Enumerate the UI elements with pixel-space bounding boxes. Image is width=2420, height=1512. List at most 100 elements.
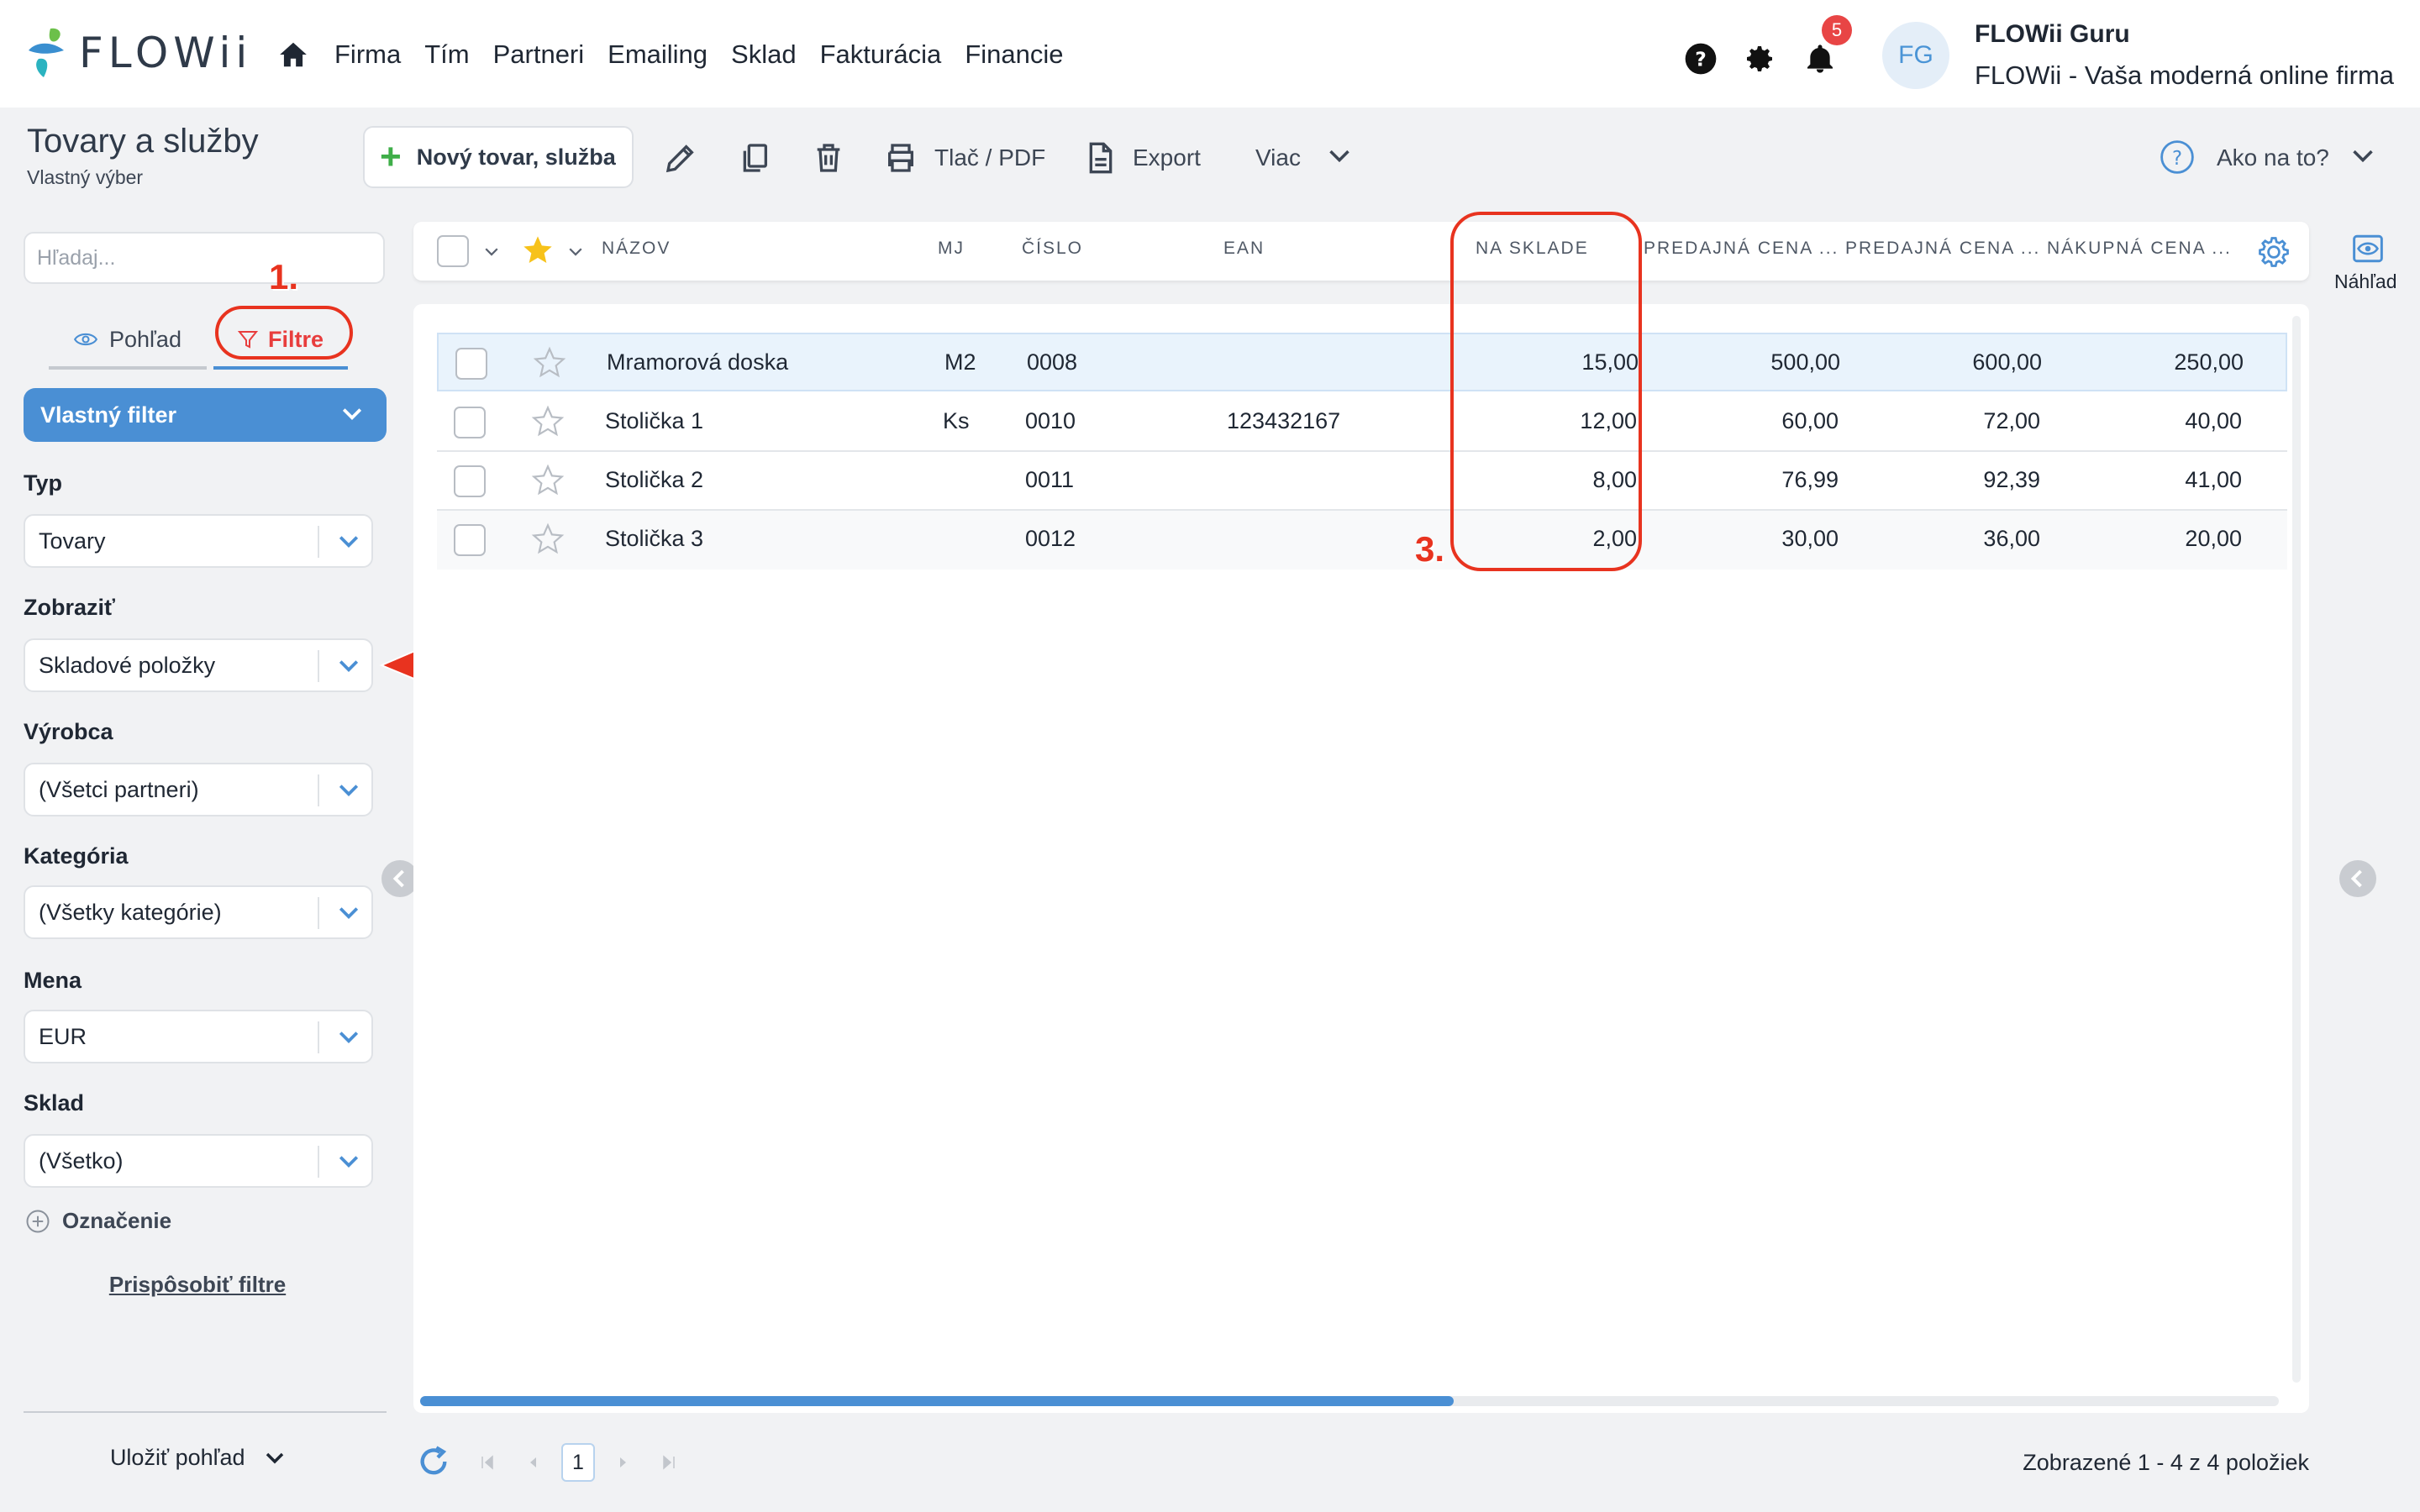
- column-sale-price-1[interactable]: PREDAJNÁ CENA ...: [1644, 239, 1839, 259]
- print-icon[interactable]: [884, 139, 918, 176]
- filter-select-category[interactable]: (Všetky kategórie): [24, 885, 373, 939]
- filter-label-type: Typ: [24, 470, 62, 496]
- save-view-button[interactable]: Uložiť pohľad: [0, 1445, 395, 1471]
- page-subtitle: Vlastný výber: [27, 166, 144, 188]
- notification-bell-icon[interactable]: [1803, 42, 1837, 76]
- page-number[interactable]: 1: [561, 1443, 595, 1482]
- filter-select-manufacturer[interactable]: (Všetci partneri): [24, 763, 373, 816]
- select-all-checkbox[interactable]: [437, 235, 469, 267]
- add-circle-icon: [26, 1210, 50, 1232]
- menu-item-emailing[interactable]: Emailing: [608, 37, 708, 72]
- chevron-down-icon: [342, 408, 362, 421]
- favorite-star-icon[interactable]: [521, 234, 555, 267]
- menu-item-tim[interactable]: Tím: [424, 37, 469, 72]
- select-divider: [318, 1146, 319, 1178]
- cell-purchase-price: 41,00: [2185, 467, 2242, 492]
- cell-sale-price-1: 500,00: [1770, 349, 1840, 375]
- chevron-down-icon: [339, 660, 359, 673]
- cell-sale-price-2: 36,00: [1983, 526, 2040, 551]
- copy-icon[interactable]: [738, 139, 771, 176]
- user-name[interactable]: FLOWii Guru: [1975, 20, 2130, 49]
- help-icon[interactable]: ?: [1684, 42, 1718, 76]
- menu-item-fakturacia[interactable]: Fakturácia: [820, 37, 942, 72]
- horizontal-scrollbar-thumb[interactable]: [420, 1396, 1454, 1406]
- select-all-chevron-down-icon[interactable]: [484, 247, 499, 257]
- filter-select-warehouse[interactable]: (Všetko): [24, 1134, 373, 1188]
- more-button[interactable]: Viac: [1255, 144, 1301, 171]
- table-row[interactable]: Stolička 2 0011 8,00 76,99 92,39 41,00: [437, 452, 2287, 511]
- edit-pencil-icon[interactable]: [664, 139, 697, 176]
- new-item-button[interactable]: + Nový tovar, služba: [363, 126, 634, 188]
- settings-gear-icon[interactable]: [1743, 42, 1776, 76]
- vertical-scrollbar[interactable]: [2292, 316, 2301, 1383]
- filter-select-type[interactable]: Tovary: [24, 514, 373, 568]
- annotation-ring-stock-column: [1450, 212, 1642, 571]
- chevron-down-icon: [339, 1032, 359, 1044]
- row-star-icon[interactable]: [531, 522, 565, 556]
- table-row[interactable]: Stolička 3 0012 2,00 30,00 36,00 20,00: [437, 511, 2287, 570]
- column-unit[interactable]: MJ: [938, 239, 965, 259]
- cell-sale-price-2: 72,00: [1983, 408, 2040, 433]
- eye-icon: [74, 333, 98, 346]
- custom-filter-dropdown[interactable]: Vlastný filter: [24, 388, 387, 442]
- more-chevron-down-icon[interactable]: [1328, 146, 1351, 166]
- home-icon[interactable]: [277, 39, 309, 71]
- sidebar-divider: [24, 1411, 387, 1413]
- next-page-icon[interactable]: [615, 1453, 632, 1472]
- row-checkbox[interactable]: [455, 348, 487, 380]
- chevron-left-icon: [2350, 869, 2362, 888]
- row-checkbox[interactable]: [454, 407, 486, 438]
- expand-preview-button[interactable]: [2339, 860, 2376, 897]
- row-star-icon[interactable]: [533, 346, 566, 380]
- column-sale-price-2[interactable]: PREDAJNÁ CENA ...: [1845, 239, 2040, 259]
- column-ean[interactable]: EAN: [1223, 239, 1265, 259]
- filter-value-currency: EUR: [39, 1024, 87, 1049]
- column-settings-gear-icon[interactable]: [2255, 234, 2292, 270]
- tab-view[interactable]: Pohľad: [49, 312, 207, 370]
- preview-label[interactable]: Náhľad: [2334, 270, 2396, 293]
- customize-filters-link[interactable]: Prispôsobiť filtre: [0, 1272, 395, 1298]
- row-checkbox[interactable]: [454, 465, 486, 497]
- column-name[interactable]: NÁZOV: [602, 239, 671, 259]
- table-row[interactable]: Mramorová doska M2 0008 15,00 500,00 600…: [437, 333, 2287, 391]
- export-document-icon[interactable]: [1084, 139, 1118, 176]
- page-title: Tovary a služby: [27, 123, 259, 160]
- how-to-button[interactable]: Ako na to?: [2217, 144, 2329, 171]
- annotation-ring-filters: [215, 306, 353, 360]
- last-page-icon[interactable]: [660, 1453, 677, 1472]
- grid-header: NÁZOV MJ ČÍSLO EAN NA SKLADE PREDAJNÁ CE…: [413, 222, 2309, 281]
- preview-icon[interactable]: [2351, 234, 2385, 264]
- filter-label-show: Zobraziť: [24, 595, 115, 620]
- row-star-icon[interactable]: [531, 464, 565, 497]
- column-purchase-price[interactable]: NÁKUPNÁ CENA ...: [2047, 239, 2232, 259]
- row-star-icon[interactable]: [531, 405, 565, 438]
- menu-item-firma[interactable]: Firma: [334, 37, 401, 72]
- cell-sale-price-2: 92,39: [1983, 467, 2040, 492]
- cell-ean: 123432167: [1227, 408, 1341, 433]
- menu-item-sklad[interactable]: Sklad: [731, 37, 797, 72]
- print-pdf-button[interactable]: Tlač / PDF: [934, 144, 1045, 171]
- prev-page-icon[interactable]: [524, 1453, 541, 1472]
- menu-item-partneri[interactable]: Partneri: [493, 37, 585, 72]
- cell-unit: M2: [944, 349, 976, 375]
- logo[interactable]: FLOWii: [25, 25, 252, 81]
- column-number[interactable]: ČÍSLO: [1022, 239, 1083, 259]
- favorite-chevron-down-icon[interactable]: [568, 247, 583, 257]
- refresh-icon[interactable]: [417, 1445, 450, 1478]
- table-row[interactable]: Stolička 1 Ks 0010 123432167 12,00 60,00…: [437, 393, 2287, 452]
- filter-select-currency[interactable]: EUR: [24, 1010, 373, 1063]
- save-view-label: Uložiť pohľad: [109, 1445, 245, 1470]
- row-checkbox[interactable]: [454, 524, 486, 556]
- export-button[interactable]: Export: [1133, 144, 1201, 171]
- filter-select-show[interactable]: Skladové položky: [24, 638, 373, 692]
- cell-name: Stolička 2: [605, 467, 704, 492]
- marking-filter-add[interactable]: Označenie: [25, 1208, 171, 1234]
- how-to-chevron-down-icon[interactable]: [2351, 146, 2375, 166]
- delete-trash-icon[interactable]: [812, 139, 845, 176]
- first-page-icon[interactable]: [479, 1453, 496, 1472]
- help-question-icon[interactable]: ?: [2160, 139, 2195, 175]
- search-input[interactable]: Hľadaj...: [24, 232, 385, 284]
- menu-item-financie[interactable]: Financie: [965, 37, 1063, 72]
- annotation-label-1: 1.: [269, 257, 299, 297]
- avatar[interactable]: FG: [1882, 22, 1949, 89]
